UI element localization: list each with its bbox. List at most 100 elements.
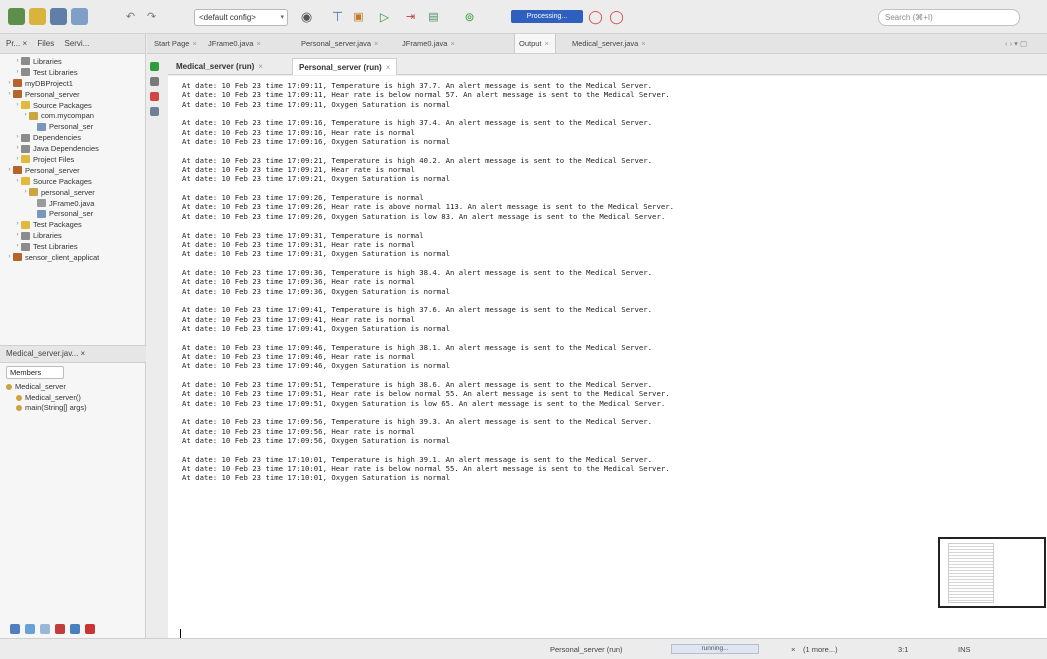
close-tab-icon[interactable]: × (386, 63, 391, 72)
project-tree-item[interactable]: › Libraries (0, 56, 145, 67)
expand-toggle-icon[interactable]: › (14, 176, 21, 187)
build-hammer-icon[interactable]: ⊤ (329, 8, 346, 25)
sort-source-icon[interactable] (85, 624, 95, 634)
close-tab-icon[interactable]: × (641, 39, 645, 48)
close-tab-icon[interactable]: × (374, 39, 378, 48)
expand-toggle-icon[interactable]: › (14, 67, 21, 78)
expand-toggle-icon[interactable]: › (14, 143, 21, 154)
project-tree-item[interactable]: › com.mycompan (0, 110, 145, 121)
project-tree-item[interactable]: › Test Libraries (0, 241, 145, 252)
library-icon (21, 231, 30, 240)
new-project-icon[interactable] (8, 8, 25, 25)
tab-services[interactable]: Servi... (64, 39, 89, 48)
expand-toggle-icon[interactable]: › (6, 78, 13, 89)
editor-tab-label: JFrame0.java (208, 39, 254, 48)
close-tab-icon[interactable]: × (450, 39, 454, 48)
editor-tab[interactable]: JFrame0.java × (402, 34, 461, 53)
project-tree-item[interactable]: › Test Packages (0, 219, 145, 230)
members-select[interactable]: Members (6, 366, 64, 379)
undo-icon[interactable]: ↶ (122, 8, 139, 25)
project-tree-item[interactable]: JFrame0.java (0, 198, 145, 209)
projects-panel-tabs: Pr... × Files Servi... (0, 34, 145, 54)
profile-project-icon[interactable]: ▤ (425, 8, 442, 25)
target-icon[interactable]: ◉ (298, 8, 315, 25)
expand-toggle-icon[interactable]: › (14, 219, 21, 230)
project-tree-item[interactable]: › Personal_server (0, 89, 145, 100)
editor-tab[interactable]: Medical_server.java × (572, 34, 652, 53)
editor-tab[interactable]: Output × (514, 34, 556, 53)
status-run-label[interactable]: Personal_server (run) (550, 639, 623, 659)
close-tab-icon[interactable]: × (545, 39, 549, 48)
project-tree-item[interactable]: › personal_server (0, 187, 145, 198)
filter-nonpublic-icon[interactable] (40, 624, 50, 634)
expand-toggle-icon[interactable]: › (14, 241, 21, 252)
tab-files[interactable]: Files (37, 39, 54, 48)
rerun-icon[interactable] (150, 62, 159, 71)
project-tree-item[interactable]: › sensor_client_applicat (0, 252, 145, 263)
expand-toggle-icon[interactable]: › (6, 89, 13, 100)
close-tab-icon[interactable]: × (258, 62, 263, 71)
expand-toggle-icon[interactable]: › (22, 110, 29, 121)
open-project-icon[interactable] (50, 8, 67, 25)
save-all-icon[interactable] (71, 8, 88, 25)
debug-project-icon[interactable]: ⇥ (402, 8, 419, 25)
sort-name-icon[interactable] (70, 624, 80, 634)
project-tree-item[interactable]: › Source Packages (0, 100, 145, 111)
project-tree-item[interactable]: Personal_ser (0, 208, 145, 219)
memory-progress-badge[interactable]: Processing... (511, 10, 583, 23)
project-tree-item[interactable]: › Personal_server (0, 165, 145, 176)
stop-all-icon[interactable]: ◯ (608, 8, 625, 25)
config-select[interactable]: <default config> ▾ (194, 9, 288, 26)
expand-toggle-icon[interactable]: › (14, 154, 21, 165)
search-input[interactable]: Search (⌘+I) (878, 9, 1020, 26)
project-tree-item[interactable]: Personal_ser (0, 121, 145, 132)
project-tree-item[interactable]: › Dependencies (0, 132, 145, 143)
expand-toggle-icon[interactable]: › (6, 252, 13, 263)
member-item[interactable]: main(String[] args) (4, 403, 140, 414)
console-line: At date: 10 Feb 23 time 17:09:16, Temper… (182, 118, 653, 128)
new-file-icon[interactable] (29, 8, 46, 25)
close-tab-icon[interactable]: × (256, 39, 260, 48)
project-tree-item[interactable]: › Java Dependencies (0, 143, 145, 154)
expand-toggle-icon[interactable]: › (6, 165, 13, 176)
gc-icon[interactable]: ⊚ (461, 8, 478, 25)
project-tree-item[interactable]: › Source Packages (0, 176, 145, 187)
project-tree-item[interactable]: › Project Files (0, 154, 145, 165)
filter-fields-icon[interactable] (10, 624, 20, 634)
status-more-tasks[interactable]: (1 more...) (803, 639, 838, 659)
console-line: At date: 10 Feb 23 time 17:09:16, Oxygen… (182, 137, 450, 147)
navigator-title[interactable]: Medical_server.jav... × (6, 349, 85, 358)
editor-tab[interactable]: JFrame0.java × (208, 34, 267, 53)
expand-toggle-icon[interactable]: › (22, 187, 29, 198)
stop-process-icon[interactable] (150, 92, 159, 101)
expand-toggle-icon[interactable]: › (14, 132, 21, 143)
project-tree-item[interactable]: › Libraries (0, 230, 145, 241)
editor-tab[interactable]: Start Page × (154, 34, 203, 53)
project-tree-item[interactable]: › myDBProject1 (0, 78, 145, 89)
project-tree-label: Project Files (33, 154, 75, 164)
tab-projects[interactable]: Pr... × (6, 39, 27, 48)
member-item[interactable]: Medical_server() (4, 393, 140, 404)
close-tab-icon[interactable]: × (192, 39, 196, 48)
filter-static-icon[interactable] (25, 624, 35, 634)
output-settings-icon[interactable] (150, 107, 159, 116)
output-tab[interactable]: Personal_server (run) × (292, 58, 398, 75)
rerun-with-params-icon[interactable] (150, 77, 159, 86)
stop-icon[interactable]: ◯ (587, 8, 604, 25)
expand-toggle-icon[interactable]: › (14, 230, 21, 241)
output-console[interactable]: At date: 10 Feb 23 time 17:09:11, Temper… (168, 76, 1047, 638)
console-line: At date: 10 Feb 23 time 17:09:46, Temper… (182, 342, 653, 352)
status-close-icon[interactable]: × (791, 639, 795, 659)
redo-icon[interactable]: ↷ (143, 8, 160, 25)
tab-navigation-icon[interactable]: ‹ › ▾ ▢ (1005, 34, 1033, 53)
run-project-icon[interactable]: ▷ (376, 8, 393, 25)
editor-tab-label: JFrame0.java (402, 39, 448, 48)
expand-toggle-icon[interactable]: › (14, 100, 21, 111)
project-tree-item[interactable]: › Test Libraries (0, 67, 145, 78)
editor-tab[interactable]: Personal_server.java × (301, 34, 384, 53)
expand-toggle-icon[interactable]: › (14, 56, 21, 67)
member-item[interactable]: Medical_server (4, 382, 140, 393)
filter-inherited-icon[interactable] (55, 624, 65, 634)
output-tab[interactable]: Medical_server (run) × (170, 58, 269, 75)
clean-build-icon[interactable]: ▣ (350, 8, 367, 25)
